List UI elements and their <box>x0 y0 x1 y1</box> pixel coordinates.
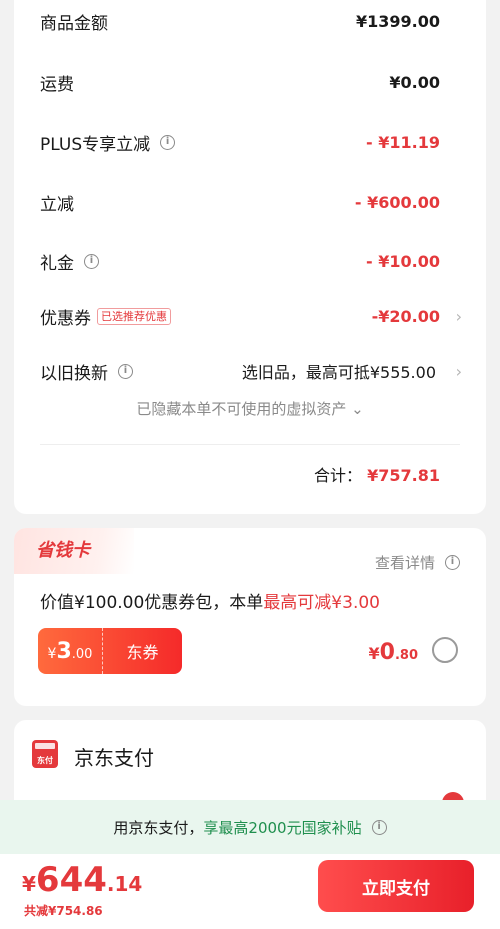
save-card-description: 价值¥100.00优惠券包，本单最高可减¥3.00 <box>40 588 380 613</box>
summary-value: ¥0.00 <box>389 72 440 92</box>
summary-value: - ¥600.00 <box>354 192 440 212</box>
hidden-assets-toggle[interactable]: 已隐藏本单不可使用的虚拟资产 ⌄ <box>14 398 486 419</box>
summary-value: ¥1399.00 <box>355 11 440 31</box>
save-card-title: 省钱卡 <box>36 540 90 561</box>
summary-row-plus-discount: PLUS专享立减 i - ¥11.19 <box>40 127 440 157</box>
view-details-label: 查看详情 <box>374 554 435 572</box>
national-subsidy-banner[interactable]: 用京东支付， 享最高2000元国家补贴 i <box>0 800 500 854</box>
info-icon[interactable]: i <box>371 819 387 835</box>
summary-label: 运费 <box>40 74 74 95</box>
jd-coupon-ticket: ¥3.00 东券 <box>38 628 182 674</box>
order-summary-card: 商品金额 ¥1399.00 运费 ¥0.00 PLUS专享立减 i - ¥11.… <box>14 0 486 514</box>
summary-row-coupon[interactable]: 优惠券 已选推荐优惠 -¥20.00 › <box>40 301 462 331</box>
summary-value: - ¥10.00 <box>366 251 440 271</box>
summary-row-goods-amount: 商品金额 ¥1399.00 <box>40 6 440 36</box>
info-icon[interactable]: i <box>160 134 176 150</box>
info-icon[interactable]: i <box>118 363 133 379</box>
info-icon: i <box>445 555 460 570</box>
pay-now-button[interactable]: 立即支付 <box>318 860 474 912</box>
subsidy-prefix: 用京东支付， <box>113 818 204 837</box>
coupon-value: ¥3.00 <box>38 639 102 664</box>
recommended-discount-tag: 已选推荐优惠 <box>97 307 171 325</box>
description-highlight: 最高可减¥3.00 <box>263 593 380 613</box>
view-details-link[interactable]: 查看详情 i <box>375 552 460 573</box>
summary-label: 优惠券 <box>40 308 91 329</box>
save-card-price: ¥0.80 <box>369 640 418 665</box>
payable-amount: ¥644.14 <box>22 860 142 900</box>
chevron-down-icon: ⌄ <box>351 400 364 418</box>
currency-symbol: ¥ <box>22 872 36 896</box>
total-saved: 共减¥754.86 <box>24 904 103 918</box>
chevron-right-icon[interactable]: › <box>456 307 462 326</box>
summary-value: -¥20.00 <box>371 306 440 326</box>
info-icon[interactable]: i <box>84 253 99 269</box>
summary-row-trade-in[interactable]: 以旧换新 i 选旧品，最高可抵¥555.00 › <box>40 356 462 386</box>
divider <box>40 444 460 445</box>
total-label: 合计： <box>314 466 363 485</box>
summary-label: 商品金额 <box>40 13 108 34</box>
summary-label: 以旧换新 <box>40 363 108 384</box>
summary-row-shipping: 运费 ¥0.00 <box>40 67 440 97</box>
currency-symbol: ¥ <box>368 644 380 663</box>
price-dec: .80 <box>394 648 418 663</box>
coupon-int: 3 <box>56 638 72 664</box>
summary-label: 立减 <box>40 194 74 215</box>
price-int: 0 <box>379 640 395 665</box>
summary-value: 选旧品，最高可抵¥555.00 <box>241 363 436 382</box>
summary-label: PLUS专享立减 <box>40 134 151 155</box>
subsidy-highlight: 享最高2000元国家补贴 <box>203 818 362 837</box>
radio-unchecked-icon[interactable] <box>432 637 458 663</box>
jd-pay-icon: 东付 <box>32 740 58 768</box>
description-text: 价值¥100.00优惠券包，本单 <box>40 593 264 613</box>
price-int: 644 <box>35 860 107 900</box>
chevron-right-icon[interactable]: › <box>456 362 462 381</box>
checkout-bottom-bar: ¥644.14 共减¥754.86 立即支付 <box>0 854 500 929</box>
summary-label: 礼金 <box>40 253 74 274</box>
coupon-name: 东券 <box>126 643 159 662</box>
summary-row-gift-money: 礼金 i - ¥10.00 <box>40 246 440 276</box>
summary-value: - ¥11.19 <box>366 132 440 152</box>
summary-row-instant-discount: 立减 - ¥600.00 <box>40 187 440 217</box>
coupon-dec: .00 <box>71 646 93 662</box>
hidden-assets-label: 已隐藏本单不可使用的虚拟资产 <box>136 400 347 418</box>
order-total: 合计： ¥757.81 <box>314 462 440 486</box>
save-money-card: 省钱卡 查看详情 i 价值¥100.00优惠券包，本单最高可减¥3.00 ¥3.… <box>14 528 486 706</box>
total-value: ¥757.81 <box>367 466 440 485</box>
jd-pay-icon-text: 东付 <box>37 756 53 765</box>
payment-method-title[interactable]: 京东支付 <box>74 742 154 771</box>
price-dec: .14 <box>106 872 143 896</box>
